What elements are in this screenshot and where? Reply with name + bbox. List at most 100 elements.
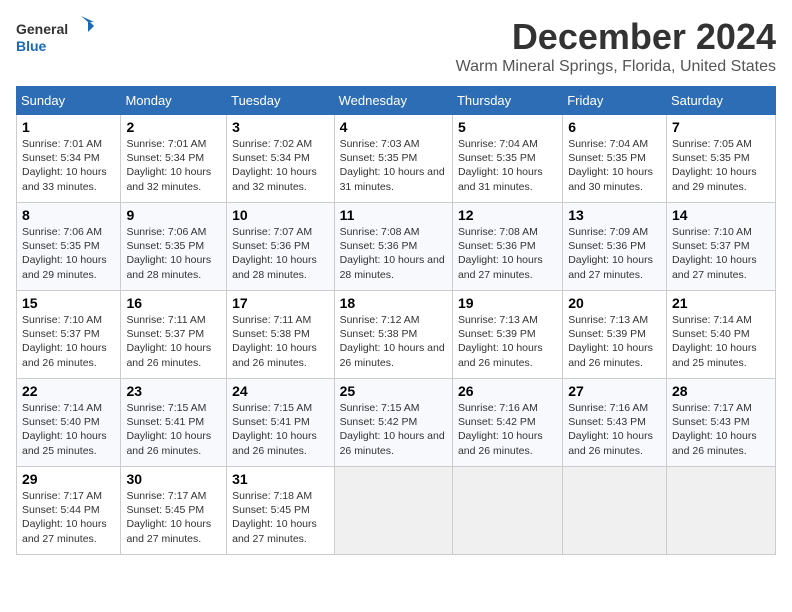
header-cell-monday: Monday xyxy=(121,87,227,115)
day-number: 22 xyxy=(22,383,115,399)
day-cell: 22 Sunrise: 7:14 AMSunset: 5:40 PMDaylig… xyxy=(17,379,121,467)
day-cell: 7 Sunrise: 7:05 AMSunset: 5:35 PMDayligh… xyxy=(666,115,775,203)
day-info: Sunrise: 7:10 AMSunset: 5:37 PMDaylight:… xyxy=(22,313,115,370)
day-number: 6 xyxy=(568,119,661,135)
day-number: 16 xyxy=(126,295,221,311)
day-info: Sunrise: 7:12 AMSunset: 5:38 PMDaylight:… xyxy=(340,313,447,370)
day-cell: 21 Sunrise: 7:14 AMSunset: 5:40 PMDaylig… xyxy=(666,291,775,379)
day-cell: 30 Sunrise: 7:17 AMSunset: 5:45 PMDaylig… xyxy=(121,467,227,555)
day-cell: 26 Sunrise: 7:16 AMSunset: 5:42 PMDaylig… xyxy=(452,379,562,467)
week-row-2: 8 Sunrise: 7:06 AMSunset: 5:35 PMDayligh… xyxy=(17,203,776,291)
day-cell: 29 Sunrise: 7:17 AMSunset: 5:44 PMDaylig… xyxy=(17,467,121,555)
day-info: Sunrise: 7:11 AMSunset: 5:37 PMDaylight:… xyxy=(126,313,221,370)
header-cell-thursday: Thursday xyxy=(452,87,562,115)
day-number: 24 xyxy=(232,383,328,399)
day-number: 23 xyxy=(126,383,221,399)
day-number: 15 xyxy=(22,295,115,311)
day-cell: 11 Sunrise: 7:08 AMSunset: 5:36 PMDaylig… xyxy=(334,203,452,291)
day-number: 21 xyxy=(672,295,770,311)
week-row-5: 29 Sunrise: 7:17 AMSunset: 5:44 PMDaylig… xyxy=(17,467,776,555)
day-cell: 4 Sunrise: 7:03 AMSunset: 5:35 PMDayligh… xyxy=(334,115,452,203)
header-cell-friday: Friday xyxy=(563,87,667,115)
day-number: 9 xyxy=(126,207,221,223)
day-number: 26 xyxy=(458,383,557,399)
day-cell: 3 Sunrise: 7:02 AMSunset: 5:34 PMDayligh… xyxy=(227,115,334,203)
week-row-3: 15 Sunrise: 7:10 AMSunset: 5:37 PMDaylig… xyxy=(17,291,776,379)
day-cell: 14 Sunrise: 7:10 AMSunset: 5:37 PMDaylig… xyxy=(666,203,775,291)
day-cell: 8 Sunrise: 7:06 AMSunset: 5:35 PMDayligh… xyxy=(17,203,121,291)
day-cell: 16 Sunrise: 7:11 AMSunset: 5:37 PMDaylig… xyxy=(121,291,227,379)
day-info: Sunrise: 7:09 AMSunset: 5:36 PMDaylight:… xyxy=(568,225,661,282)
day-info: Sunrise: 7:07 AMSunset: 5:36 PMDaylight:… xyxy=(232,225,328,282)
svg-text:General: General xyxy=(16,21,68,37)
day-number: 10 xyxy=(232,207,328,223)
day-number: 5 xyxy=(458,119,557,135)
day-info: Sunrise: 7:01 AMSunset: 5:34 PMDaylight:… xyxy=(22,137,115,194)
day-number: 12 xyxy=(458,207,557,223)
day-cell: 25 Sunrise: 7:15 AMSunset: 5:42 PMDaylig… xyxy=(334,379,452,467)
day-info: Sunrise: 7:17 AMSunset: 5:43 PMDaylight:… xyxy=(672,401,770,458)
day-cell: 1 Sunrise: 7:01 AMSunset: 5:34 PMDayligh… xyxy=(17,115,121,203)
day-cell: 10 Sunrise: 7:07 AMSunset: 5:36 PMDaylig… xyxy=(227,203,334,291)
day-number: 28 xyxy=(672,383,770,399)
day-info: Sunrise: 7:03 AMSunset: 5:35 PMDaylight:… xyxy=(340,137,447,194)
title-section: December 2024 Warm Mineral Springs, Flor… xyxy=(456,16,776,76)
header-cell-sunday: Sunday xyxy=(17,87,121,115)
day-info: Sunrise: 7:14 AMSunset: 5:40 PMDaylight:… xyxy=(672,313,770,370)
svg-text:Blue: Blue xyxy=(16,38,47,54)
day-info: Sunrise: 7:16 AMSunset: 5:43 PMDaylight:… xyxy=(568,401,661,458)
day-number: 18 xyxy=(340,295,447,311)
header-row: SundayMondayTuesdayWednesdayThursdayFrid… xyxy=(17,87,776,115)
day-cell: 17 Sunrise: 7:11 AMSunset: 5:38 PMDaylig… xyxy=(227,291,334,379)
day-info: Sunrise: 7:13 AMSunset: 5:39 PMDaylight:… xyxy=(458,313,557,370)
day-cell: 24 Sunrise: 7:15 AMSunset: 5:41 PMDaylig… xyxy=(227,379,334,467)
day-number: 1 xyxy=(22,119,115,135)
day-cell xyxy=(334,467,452,555)
day-info: Sunrise: 7:08 AMSunset: 5:36 PMDaylight:… xyxy=(340,225,447,282)
calendar-body: 1 Sunrise: 7:01 AMSunset: 5:34 PMDayligh… xyxy=(17,115,776,555)
day-cell: 31 Sunrise: 7:18 AMSunset: 5:45 PMDaylig… xyxy=(227,467,334,555)
day-info: Sunrise: 7:02 AMSunset: 5:34 PMDaylight:… xyxy=(232,137,328,194)
day-info: Sunrise: 7:06 AMSunset: 5:35 PMDaylight:… xyxy=(22,225,115,282)
day-info: Sunrise: 7:05 AMSunset: 5:35 PMDaylight:… xyxy=(672,137,770,194)
day-info: Sunrise: 7:18 AMSunset: 5:45 PMDaylight:… xyxy=(232,489,328,546)
day-cell: 12 Sunrise: 7:08 AMSunset: 5:36 PMDaylig… xyxy=(452,203,562,291)
day-info: Sunrise: 7:14 AMSunset: 5:40 PMDaylight:… xyxy=(22,401,115,458)
day-cell: 5 Sunrise: 7:04 AMSunset: 5:35 PMDayligh… xyxy=(452,115,562,203)
calendar-table: SundayMondayTuesdayWednesdayThursdayFrid… xyxy=(16,86,776,555)
day-number: 19 xyxy=(458,295,557,311)
day-number: 29 xyxy=(22,471,115,487)
day-cell: 20 Sunrise: 7:13 AMSunset: 5:39 PMDaylig… xyxy=(563,291,667,379)
day-cell xyxy=(563,467,667,555)
day-number: 4 xyxy=(340,119,447,135)
day-cell: 19 Sunrise: 7:13 AMSunset: 5:39 PMDaylig… xyxy=(452,291,562,379)
day-cell xyxy=(452,467,562,555)
day-info: Sunrise: 7:15 AMSunset: 5:41 PMDaylight:… xyxy=(126,401,221,458)
day-cell: 15 Sunrise: 7:10 AMSunset: 5:37 PMDaylig… xyxy=(17,291,121,379)
header-cell-saturday: Saturday xyxy=(666,87,775,115)
day-number: 27 xyxy=(568,383,661,399)
logo-svg: General Blue xyxy=(16,16,96,60)
day-cell: 27 Sunrise: 7:16 AMSunset: 5:43 PMDaylig… xyxy=(563,379,667,467)
day-cell: 23 Sunrise: 7:15 AMSunset: 5:41 PMDaylig… xyxy=(121,379,227,467)
day-number: 30 xyxy=(126,471,221,487)
day-info: Sunrise: 7:06 AMSunset: 5:35 PMDaylight:… xyxy=(126,225,221,282)
day-info: Sunrise: 7:15 AMSunset: 5:41 PMDaylight:… xyxy=(232,401,328,458)
day-number: 25 xyxy=(340,383,447,399)
day-number: 17 xyxy=(232,295,328,311)
day-info: Sunrise: 7:17 AMSunset: 5:44 PMDaylight:… xyxy=(22,489,115,546)
day-info: Sunrise: 7:15 AMSunset: 5:42 PMDaylight:… xyxy=(340,401,447,458)
day-number: 11 xyxy=(340,207,447,223)
day-cell: 9 Sunrise: 7:06 AMSunset: 5:35 PMDayligh… xyxy=(121,203,227,291)
day-info: Sunrise: 7:01 AMSunset: 5:34 PMDaylight:… xyxy=(126,137,221,194)
day-info: Sunrise: 7:17 AMSunset: 5:45 PMDaylight:… xyxy=(126,489,221,546)
day-info: Sunrise: 7:16 AMSunset: 5:42 PMDaylight:… xyxy=(458,401,557,458)
day-cell: 6 Sunrise: 7:04 AMSunset: 5:35 PMDayligh… xyxy=(563,115,667,203)
day-number: 3 xyxy=(232,119,328,135)
day-info: Sunrise: 7:08 AMSunset: 5:36 PMDaylight:… xyxy=(458,225,557,282)
day-number: 20 xyxy=(568,295,661,311)
day-cell: 13 Sunrise: 7:09 AMSunset: 5:36 PMDaylig… xyxy=(563,203,667,291)
header-cell-wednesday: Wednesday xyxy=(334,87,452,115)
day-number: 13 xyxy=(568,207,661,223)
day-info: Sunrise: 7:11 AMSunset: 5:38 PMDaylight:… xyxy=(232,313,328,370)
